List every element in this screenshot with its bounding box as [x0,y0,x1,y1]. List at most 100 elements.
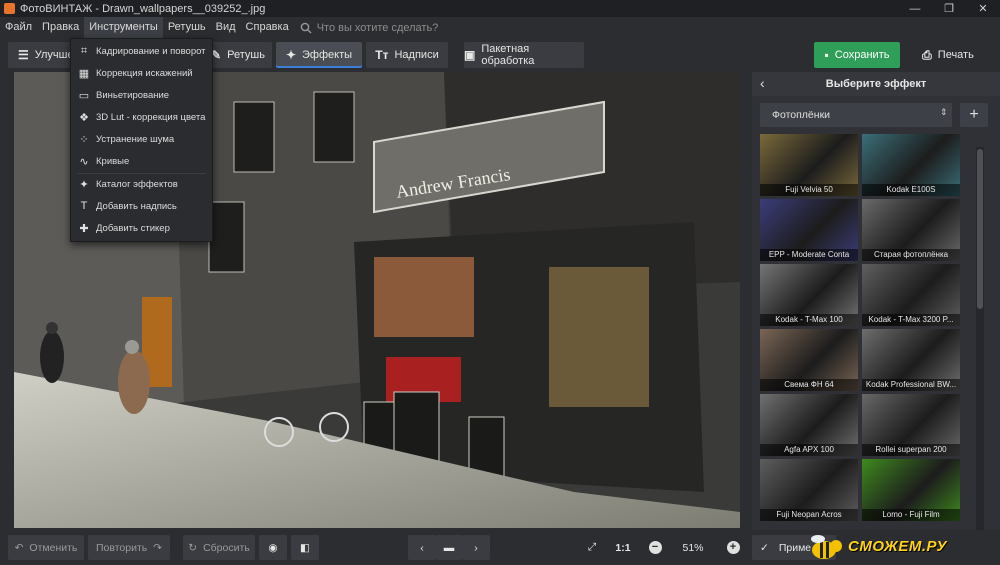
effect-thumbnail-label: Kodak Professional BW... [862,379,960,391]
sliders-icon: ☰ [18,48,29,62]
maximize-button[interactable]: ❐ [932,0,966,17]
folder-icon: ▬ [443,541,455,554]
reset-icon: ↻ [188,541,198,554]
print-button[interactable]: ⎙ Печать [904,42,992,68]
effect-thumbnail-label: Kodak - T-Max 3200 P... [862,314,960,326]
menu-item-label: Каталог эффектов [96,178,178,190]
effect-thumbnail[interactable]: Kodak E100S [862,134,960,196]
menu-item-denoise[interactable]: ⁘ Устранение шума [71,128,212,150]
effect-thumbnail-label: Старая фотоплёнка [862,249,960,261]
effect-thumbnail[interactable]: Старая фотоплёнка [862,199,960,261]
menu-bar: Файл Правка Инструменты Ретушь Вид Справ… [0,17,1000,38]
zoom-out-button[interactable]: − [644,535,666,560]
menu-item-curves[interactable]: ∿ Кривые [71,150,212,172]
text-icon: T [80,200,88,212]
reset-label: Сбросить [203,541,250,554]
effect-thumbnail[interactable]: Lomo - Fuji Film [862,459,960,521]
save-button[interactable]: ▪ Сохранить [814,42,900,68]
menu-item-label: Добавить стикер [96,222,170,234]
effect-thumbnail-label: Kodak - T-Max 100 [760,314,858,326]
menu-item-label: Устранение шума [96,133,175,145]
menu-item-add-caption[interactable]: T Добавить надпись [71,195,212,217]
grid-icon: ▦ [78,67,90,80]
add-effect-button[interactable]: + [960,103,988,127]
effect-thumbnail[interactable]: Свема ФН 64 [760,329,858,391]
redo-icon: ↷ [153,541,163,554]
panel-header: ‹ Выберите эффект [752,72,1000,96]
vignette-icon: ▭ [78,89,90,102]
effect-thumbnail-label: Agfa APX 100 [760,444,858,456]
prev-image-button[interactable]: ‹ [408,535,436,560]
thumbnails-scrollbar[interactable] [976,147,984,530]
curves-icon: ∿ [79,155,89,168]
menu-help[interactable]: Справка [241,17,294,38]
compare-button[interactable]: ◧ [291,535,319,560]
open-folder-button[interactable]: ▬ [436,535,462,560]
menu-item-effects-catalog[interactable]: ✦ Каталог эффектов [71,173,212,195]
menu-file[interactable]: Файл [0,17,37,38]
search-icon [300,22,312,33]
effect-thumbnail[interactable]: Fuji Neopan Acros [760,459,858,521]
print-label: Печать [937,49,974,61]
tab-retouch[interactable]: ✎ Ретушь [204,42,272,68]
menu-item-label: Виньетирование [96,89,170,101]
tools-dropdown-menu: ⌗ Кадрирование и поворот ▦ Коррекция иск… [70,38,213,242]
undo-label: Отменить [29,541,78,554]
watermark-text: СМОЖЕМ.РУ [848,538,948,555]
effect-thumbnail[interactable]: Kodak Professional BW... [862,329,960,391]
batch-processing-label: Пакетная обработка [481,43,535,67]
effect-thumbnail[interactable]: Kodak - T-Max 3200 P... [862,264,960,326]
tab-effects[interactable]: ✦ Эффекты [276,42,362,68]
scrollbar-thumb[interactable] [977,149,983,309]
panel-title: Выберите эффект [825,78,927,90]
effect-thumbnail[interactable]: Agfa APX 100 [760,394,858,456]
effect-thumbnail-label: Rollei superpan 200 [862,444,960,456]
redo-label: Повторить [95,541,148,554]
lut-icon: ❖ [79,111,89,124]
effect-thumbnail[interactable]: Rollei superpan 200 [862,394,960,456]
menu-item-vignette[interactable]: ▭ Виньетирование [71,84,212,106]
preview-button[interactable]: ◉ [259,535,287,560]
minus-icon: − [648,541,662,554]
close-button[interactable]: ✕ [966,0,1000,17]
effect-thumbnail-label: Kodak E100S [862,184,960,196]
reset-button[interactable]: ↻ Сбросить [183,535,255,560]
effect-thumbnail-label: EPP - Moderate Conta [760,249,858,261]
menu-retouch[interactable]: Ретушь [163,17,211,38]
category-value: Фотоплёнки [772,109,831,121]
tab-captions[interactable]: Tт Надписи [366,42,448,68]
zoom-in-button[interactable]: + [722,535,744,560]
crop-icon: ⌗ [80,44,88,57]
menu-item-label: 3D Lut - коррекция цвета [96,111,206,123]
noise-icon: ⁘ [79,133,89,146]
command-search[interactable]: Что вы хотите сделать? [300,22,438,34]
effect-thumbnail[interactable]: Kodak - T-Max 100 [760,264,858,326]
batch-processing-button[interactable]: ▣ Пакетная обработка [464,42,584,68]
next-image-button[interactable]: › [462,535,490,560]
minimize-button[interactable]: — [898,0,932,17]
tab-retouch-label: Ретушь [227,49,265,61]
fit-screen-button[interactable]: ⤢ [580,535,604,560]
fit-screen-icon: ⤢ [587,541,597,553]
menu-item-3d-lut[interactable]: ❖ 3D Lut - коррекция цвета [71,106,212,128]
effect-thumbnail[interactable]: Fuji Velvia 50 [760,134,858,196]
plus-icon: + [726,541,740,554]
category-select[interactable]: Фотоплёнки ⇕ [760,103,952,127]
redo-button[interactable]: Повторить ↷ [88,535,170,560]
menu-item-label: Коррекция искажений [96,67,193,79]
bottom-bar: ↶ Отменить Повторить ↷ ↻ Сбросить ◉ ◧ ‹ … [0,530,1000,565]
undo-icon: ↶ [14,541,24,554]
save-icon: ▪ [824,48,829,62]
select-arrows-icon: ⇕ [940,107,948,117]
actual-size-button[interactable]: 1:1 [610,535,636,560]
printer-icon: ⎙ [922,47,932,62]
menu-item-crop-rotate[interactable]: ⌗ Кадрирование и поворот [71,40,212,62]
menu-item-distortion[interactable]: ▦ Коррекция искажений [71,62,212,84]
menu-item-label: Кривые [96,155,130,167]
menu-edit[interactable]: Правка [37,17,84,38]
menu-view[interactable]: Вид [211,17,241,38]
undo-button[interactable]: ↶ Отменить [8,535,84,560]
menu-tools[interactable]: Инструменты [84,17,163,38]
menu-item-add-sticker[interactable]: ✚ Добавить стикер [71,217,212,239]
effect-thumbnail[interactable]: EPP - Moderate Conta [760,199,858,261]
